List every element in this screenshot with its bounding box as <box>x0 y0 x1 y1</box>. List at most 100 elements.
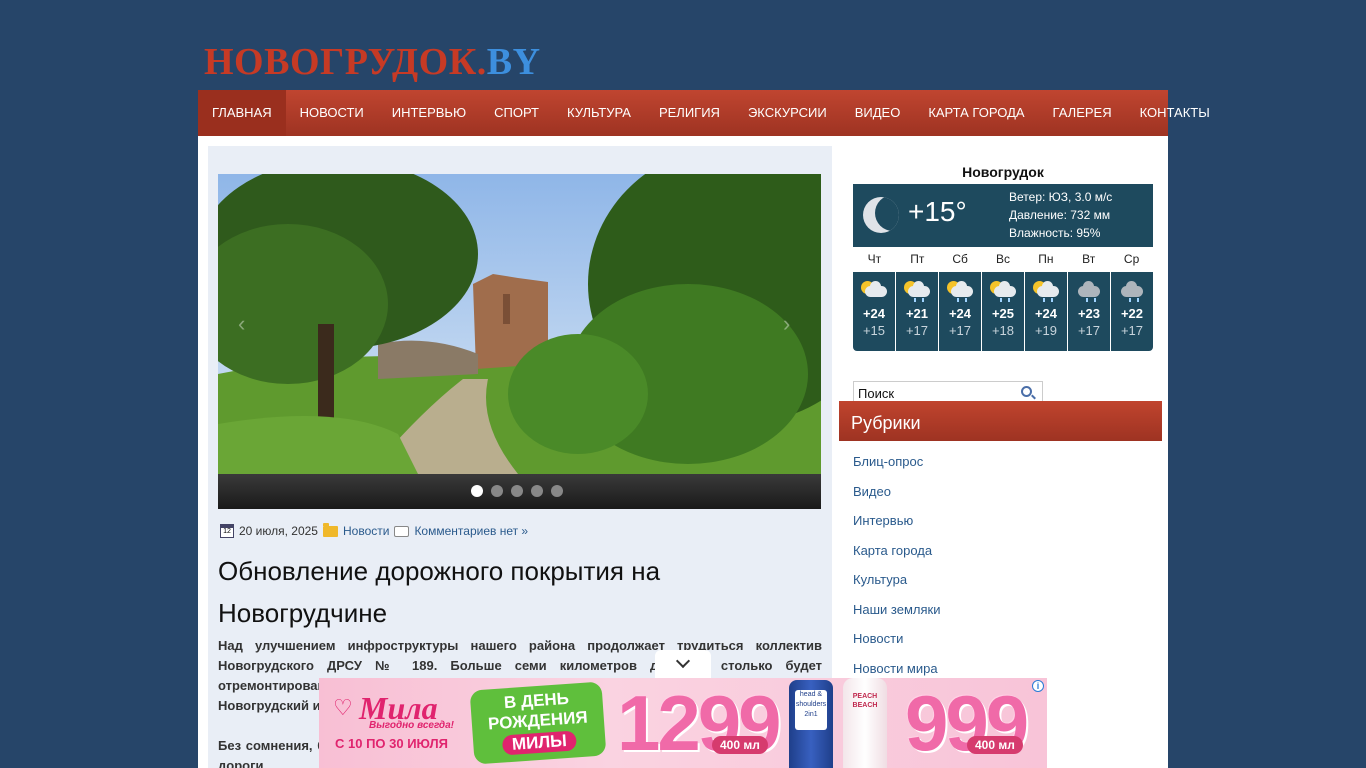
slider-dot-1[interactable] <box>471 485 483 497</box>
rubric-link[interactable]: Новости <box>853 624 940 654</box>
bottle-label: head & shoulders 2in1 <box>795 690 827 730</box>
forecast-day: +21 +17 <box>896 272 938 351</box>
weather-pressure: Давление: 732 мм <box>1009 208 1111 222</box>
rubric-link[interactable]: Карта города <box>853 536 940 566</box>
ad-dates: С 10 ПО 30 ИЮЛЯ <box>335 736 448 751</box>
comment-icon <box>394 525 410 537</box>
forecast-day: +24 +17 <box>939 272 981 351</box>
slider-dot-4[interactable] <box>531 485 543 497</box>
nav-item-home[interactable]: ГЛАВНАЯ <box>198 90 286 136</box>
ad-badge: В ДЕНЬ РОЖДЕНИЯ МИЛЫ <box>469 681 607 765</box>
forecast-lo: +15 <box>862 323 886 338</box>
forecast-day-label: Пт <box>910 252 925 266</box>
slider-pagination-bar <box>218 474 821 509</box>
slider-dot-3[interactable] <box>511 485 523 497</box>
forecast-day-label: Вт <box>1082 252 1096 266</box>
forecast-day: +24 +19 <box>1025 272 1067 351</box>
rubrics-list: Блиц-опрос Видео Интервью Карта города К… <box>853 447 940 683</box>
nav-item-excursions[interactable]: ЭКСКУРСИИ <box>734 90 841 136</box>
forecast-day: +25 +18 <box>982 272 1024 351</box>
ad-volume: 400 мл <box>712 736 768 754</box>
logo-text-domain: BY <box>486 41 541 83</box>
sun-cloud-rain-icon <box>902 280 932 302</box>
forecast-day-label: Чт <box>867 252 882 266</box>
nav-item-contacts[interactable]: КОНТАКТЫ <box>1126 90 1224 136</box>
weather-humidity: Влажность: 95% <box>1009 226 1101 240</box>
ad-info-icon[interactable]: i <box>1032 680 1044 692</box>
moon-icon <box>863 197 899 233</box>
nav-item-sport[interactable]: СПОРТ <box>480 90 553 136</box>
weather-wind: Ветер: ЮЗ, 3.0 м/с <box>1009 190 1113 204</box>
forecast-lo: +18 <box>991 323 1015 338</box>
post-date: 20 июля, 2025 <box>239 524 318 538</box>
post-title[interactable]: Обновление дорожного покрытия на Новогру… <box>218 550 822 634</box>
slider-image[interactable] <box>218 174 821 474</box>
sidebar: Новогрудок +15° Ветер: ЮЗ, 3.0 м/с Давле… <box>839 146 1168 768</box>
forecast-lo: +17 <box>905 323 929 338</box>
image-slider[interactable]: ‹ › <box>218 174 821 509</box>
sun-cloud-rain-icon <box>1031 280 1061 302</box>
chevron-down-icon <box>675 653 691 669</box>
ad-volume: 400 мл <box>967 736 1023 754</box>
search-icon[interactable] <box>1021 386 1032 397</box>
cloud-rain-icon <box>1117 280 1147 302</box>
forecast-days: Чт Пт Сб Вс Пн Вт Ср <box>853 252 1153 266</box>
nav-item-religion[interactable]: РЕЛИГИЯ <box>645 90 734 136</box>
rubric-link[interactable]: Наши земляки <box>853 595 940 625</box>
forecast-day: +22 +17 <box>1111 272 1153 351</box>
rubric-link[interactable]: Интервью <box>853 506 940 536</box>
forecast-hi: +25 <box>991 306 1015 321</box>
sun-cloud-rain-icon <box>945 280 975 302</box>
main-nav: ГЛАВНАЯ НОВОСТИ ИНТЕРВЬЮ СПОРТ КУЛЬТУРА … <box>198 90 1210 136</box>
post-comments-link[interactable]: Комментариев нет » <box>414 524 528 538</box>
slider-dots <box>471 485 563 497</box>
rubric-link[interactable]: Видео <box>853 477 940 507</box>
sun-cloud-icon <box>859 280 889 300</box>
forecast-grid: +24 +15 +21 +17 +24 +17 +25 +18 +24 +19 … <box>853 272 1153 351</box>
forecast-day-label: Пн <box>1038 252 1054 266</box>
advertisement-banner[interactable]: ♡ Мила Выгодно всегда! С 10 ПО 30 ИЮЛЯ В… <box>319 678 1047 768</box>
main-content: ‹ › 12 20 июля, 2025 Новости Комментарие… <box>208 146 832 768</box>
forecast-lo: +17 <box>948 323 972 338</box>
nav-item-video[interactable]: ВИДЕО <box>841 90 915 136</box>
bottle-label: PEACH BEACH <box>852 693 878 709</box>
forecast-hi: +24 <box>948 306 972 321</box>
nav-item-news[interactable]: НОВОСТИ <box>286 90 378 136</box>
forecast-day: +23 +17 <box>1068 272 1110 351</box>
forecast-hi: +23 <box>1077 306 1101 321</box>
post-category-link[interactable]: Новости <box>343 524 389 538</box>
rubric-link[interactable]: Блиц-опрос <box>853 447 940 477</box>
ad-slogan: Выгодно всегда! <box>369 720 455 731</box>
slider-next-icon[interactable]: › <box>783 313 803 335</box>
forecast-hi: +22 <box>1120 306 1144 321</box>
rubric-link[interactable]: Культура <box>853 565 940 595</box>
nav-item-gallery[interactable]: ГАЛЕРЕЯ <box>1039 90 1126 136</box>
ad-collapse-button[interactable] <box>655 650 711 678</box>
forecast-day-label: Ср <box>1123 252 1140 266</box>
ad-price: 1299 <box>617 679 782 767</box>
slider-dot-5[interactable] <box>551 485 563 497</box>
folder-icon <box>322 522 338 537</box>
post-meta: 12 20 июля, 2025 Новости Комментариев не… <box>220 522 528 538</box>
cloud-rain-icon <box>1074 280 1104 302</box>
nav-item-interview[interactable]: ИНТЕРВЬЮ <box>378 90 480 136</box>
forecast-hi: +21 <box>905 306 929 321</box>
weather-temp: +15° <box>908 196 967 227</box>
slider-dot-2[interactable] <box>491 485 503 497</box>
forecast-lo: +19 <box>1034 323 1058 338</box>
sun-cloud-rain-icon <box>988 280 1018 302</box>
slider-prev-icon[interactable]: ‹ <box>238 313 258 335</box>
forecast-lo: +17 <box>1120 323 1144 338</box>
forecast-hi: +24 <box>1034 306 1058 321</box>
weather-current: +15° Ветер: ЮЗ, 3.0 м/с Давление: 732 мм… <box>853 184 1153 247</box>
shampoo-bottle-image: head & shoulders 2in1 <box>789 680 833 768</box>
site-logo[interactable]: НОВОГРУДОК.BY <box>204 40 541 84</box>
nav-item-culture[interactable]: КУЛЬТУРА <box>553 90 645 136</box>
logo-text-main: НОВОГРУДОК. <box>204 41 487 83</box>
ad-badge-line: МИЛЫ <box>501 730 578 756</box>
forecast-day: +24 +15 <box>853 272 895 351</box>
nav-item-city-map[interactable]: КАРТА ГОРОДА <box>914 90 1038 136</box>
ad-price: 999 <box>905 679 1029 767</box>
calendar-icon: 12 <box>220 524 234 538</box>
lotion-bottle-image: PEACH BEACH <box>843 678 887 768</box>
